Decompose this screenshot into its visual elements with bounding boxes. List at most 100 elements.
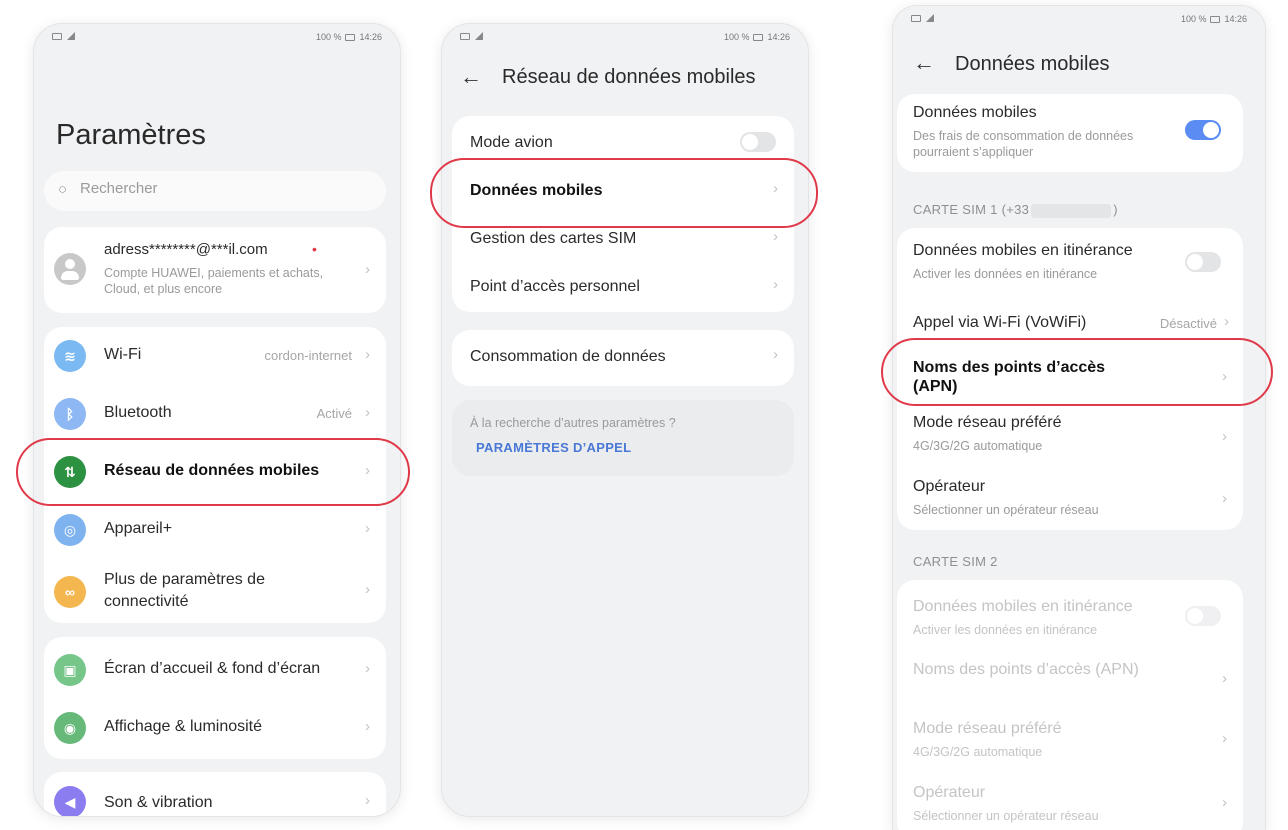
- notification-dot: •: [312, 241, 317, 257]
- mobile-data-card: Données mobiles Des frais de consommatio…: [897, 94, 1243, 172]
- bluetooth-icon: ᛒ: [54, 398, 86, 430]
- status-bar: 100 % 14:26: [442, 24, 808, 50]
- sim1-roaming-toggle[interactable]: [1185, 252, 1221, 272]
- sound-icon: ◀: [54, 786, 86, 816]
- battery-icon: [753, 33, 764, 41]
- settings-item-device-plus[interactable]: ◎ Appareil+ ›: [44, 501, 386, 557]
- hotspot-row[interactable]: Point d’accès personnel ›: [452, 264, 794, 312]
- suggestions-hint: À la recherche d’autres paramètres ?: [470, 416, 676, 430]
- data-usage-row[interactable]: Consommation de données ›: [452, 330, 794, 386]
- display-card: ▣ Écran d’accueil & fond d’écran › ◉ Aff…: [44, 637, 386, 759]
- chevron-right-icon: ›: [365, 718, 370, 735]
- chevron-right-icon: ›: [365, 792, 370, 809]
- chevron-right-icon: ›: [1222, 428, 1227, 445]
- chevron-right-icon: ›: [365, 660, 370, 677]
- settings-item-home-screen[interactable]: ▣ Écran d’accueil & fond d’écran ›: [44, 641, 386, 697]
- clock: 14:26: [359, 32, 382, 42]
- account-email: adress********@***il.com: [104, 241, 268, 258]
- account-card[interactable]: adress********@***il.com • Compte HUAWEI…: [44, 227, 386, 313]
- settings-item-mobile-network[interactable]: ⇅ Réseau de données mobiles ›: [44, 443, 386, 499]
- sim2-operator-row[interactable]: Opérateur Sélectionner un opérateur rése…: [897, 772, 1243, 830]
- chevron-right-icon: ›: [365, 520, 370, 537]
- search-bar[interactable]: ○: [44, 171, 386, 211]
- chevron-right-icon: ›: [365, 462, 370, 479]
- redacted-number: [1031, 203, 1112, 218]
- sim1-apn-row[interactable]: Noms des points d’accès (APN) ›: [897, 348, 1243, 408]
- status-bar: 100 % 14:26: [893, 6, 1265, 32]
- wifi-icon: ≋: [54, 340, 86, 372]
- sim-management-row[interactable]: Gestion des cartes SIM ›: [452, 216, 794, 264]
- chevron-right-icon: ›: [1222, 490, 1227, 507]
- search-icon: ○: [58, 181, 68, 198]
- mobile-data-label: Données mobiles: [913, 104, 1037, 121]
- airplane-mode-row[interactable]: Mode avion: [452, 116, 794, 166]
- mobile-data-description: Des frais de consommation de données pou…: [913, 129, 1134, 159]
- battery-icon: [345, 33, 356, 41]
- chevron-right-icon: ›: [365, 581, 370, 598]
- mobile-data-row[interactable]: Données mobiles ›: [452, 166, 794, 216]
- chevron-right-icon: ›: [365, 346, 370, 363]
- device-plus-icon: ◎: [54, 514, 86, 546]
- mobile-data-icon: ⇅: [54, 456, 86, 488]
- clock: 14:26: [767, 32, 790, 42]
- settings-item-display[interactable]: ◉ Affichage & luminosité ›: [44, 699, 386, 755]
- signal-icon: [926, 14, 934, 22]
- call-settings-link[interactable]: PARAMÈTRES D’APPEL: [476, 440, 631, 455]
- sim2-section-title: CARTE SIM 2: [913, 554, 998, 569]
- chevron-right-icon: ›: [1224, 313, 1229, 330]
- search-input[interactable]: [80, 180, 360, 197]
- chevron-right-icon: ›: [365, 261, 370, 278]
- settings-screen: 100 % 14:26 Paramètres ○ adress********@*…: [34, 24, 400, 816]
- settings-item-sound[interactable]: ◀ Son & vibration ›: [44, 772, 386, 816]
- clock: 14:26: [1224, 14, 1247, 24]
- suggestions-card: À la recherche d’autres paramètres ? PAR…: [452, 400, 794, 476]
- sim1-vowifi-row[interactable]: Appel via Wi-Fi (VoWiFi) Désactivé ›: [897, 294, 1243, 348]
- back-arrow-icon[interactable]: ←: [460, 64, 482, 90]
- chevron-right-icon: ›: [773, 180, 778, 197]
- settings-item-wifi[interactable]: ≋ Wi-Fi cordon-internet ›: [44, 327, 386, 383]
- sim2-roaming-toggle[interactable]: [1185, 606, 1221, 626]
- sim1-section-title: CARTE SIM 1 (+33): [913, 202, 1118, 218]
- data-usage-card: Consommation de données ›: [452, 330, 794, 386]
- page-title: Réseau de données mobiles: [502, 66, 756, 88]
- chevron-right-icon: ›: [773, 228, 778, 245]
- account-description: Compte HUAWEI, paiements et achats, Clou…: [104, 266, 324, 296]
- sim2-apn-row[interactable]: Noms des points d’accès (APN) ›: [897, 650, 1243, 708]
- airplane-mode-toggle[interactable]: [740, 132, 776, 152]
- page-title: Données mobiles: [955, 53, 1110, 75]
- sound-card: ◀ Son & vibration ›: [44, 772, 386, 816]
- mobile-network-card: Mode avion Données mobiles › Gestion des…: [452, 116, 794, 312]
- settings-item-more-connectivity[interactable]: ∞ Plus de paramètres de connectivité ›: [44, 559, 386, 623]
- sim1-roaming-row[interactable]: Données mobiles en itinérance Activer le…: [897, 228, 1243, 294]
- settings-item-bluetooth[interactable]: ᛒ Bluetooth Activé ›: [44, 385, 386, 441]
- notification-icon: [911, 14, 921, 22]
- sim1-operator-row[interactable]: Opérateur Sélectionner un opérateur rése…: [897, 470, 1243, 530]
- link-icon: ∞: [54, 576, 86, 608]
- sim1-network-mode-row[interactable]: Mode réseau préféré 4G/3G/2G automatique…: [897, 408, 1243, 470]
- battery-percent: 100 %: [1180, 14, 1207, 24]
- battery-percent: 100 %: [723, 32, 750, 42]
- sim2-network-mode-row[interactable]: Mode réseau préféré 4G/3G/2G automatique…: [897, 708, 1243, 770]
- notification-icon: [460, 32, 470, 40]
- battery-icon: [1210, 15, 1221, 23]
- mobile-data-screen: 100 % 14:26 ← Données mobiles Données mob…: [893, 6, 1265, 830]
- back-arrow-icon[interactable]: ←: [913, 50, 935, 76]
- eye-icon: ◉: [54, 712, 86, 744]
- vowifi-status: Désactivé: [1159, 316, 1217, 331]
- connectivity-card: ≋ Wi-Fi cordon-internet › ᛒ Bluetooth Ac…: [44, 327, 386, 623]
- chevron-right-icon: ›: [1222, 670, 1227, 687]
- signal-icon: [475, 32, 483, 40]
- sim2-card: Données mobiles en itinérance Activer le…: [897, 580, 1243, 830]
- chevron-right-icon: ›: [1222, 368, 1227, 385]
- chevron-right-icon: ›: [365, 404, 370, 421]
- chevron-right-icon: ›: [773, 276, 778, 293]
- bluetooth-status: Activé: [316, 406, 352, 421]
- mobile-data-toggle[interactable]: [1185, 120, 1221, 140]
- signal-icon: [67, 32, 75, 40]
- status-bar: 100 % 14:26: [34, 24, 400, 50]
- avatar: [54, 253, 86, 285]
- sim2-roaming-row[interactable]: Données mobiles en itinérance Activer le…: [897, 580, 1243, 642]
- mobile-network-screen: 100 % 14:26 ← Réseau de données mobiles M…: [442, 24, 808, 816]
- notification-icon: [52, 32, 62, 40]
- chevron-right-icon: ›: [1222, 730, 1227, 747]
